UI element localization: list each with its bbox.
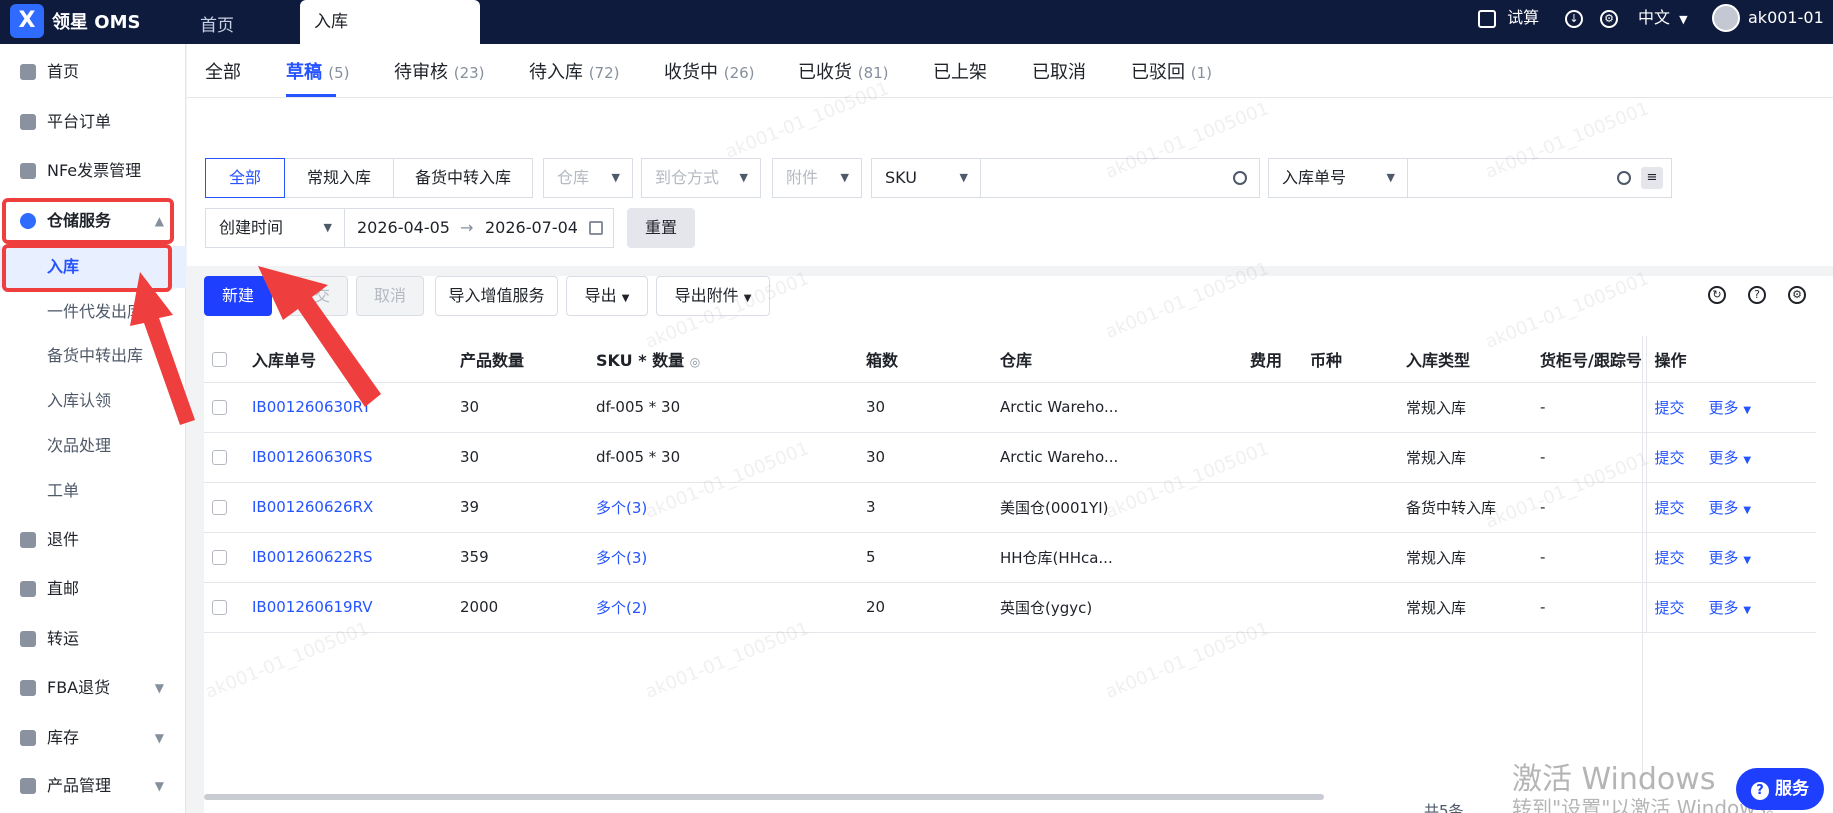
service-button[interactable]: ? 服务	[1736, 768, 1824, 810]
type-all-button[interactable]: 全部	[205, 158, 285, 198]
annotation-arrows	[130, 266, 381, 425]
help-icon: ?	[1751, 782, 1769, 800]
arrow-to-inbound-menu	[130, 272, 195, 425]
arrow-to-new-button	[258, 266, 381, 407]
